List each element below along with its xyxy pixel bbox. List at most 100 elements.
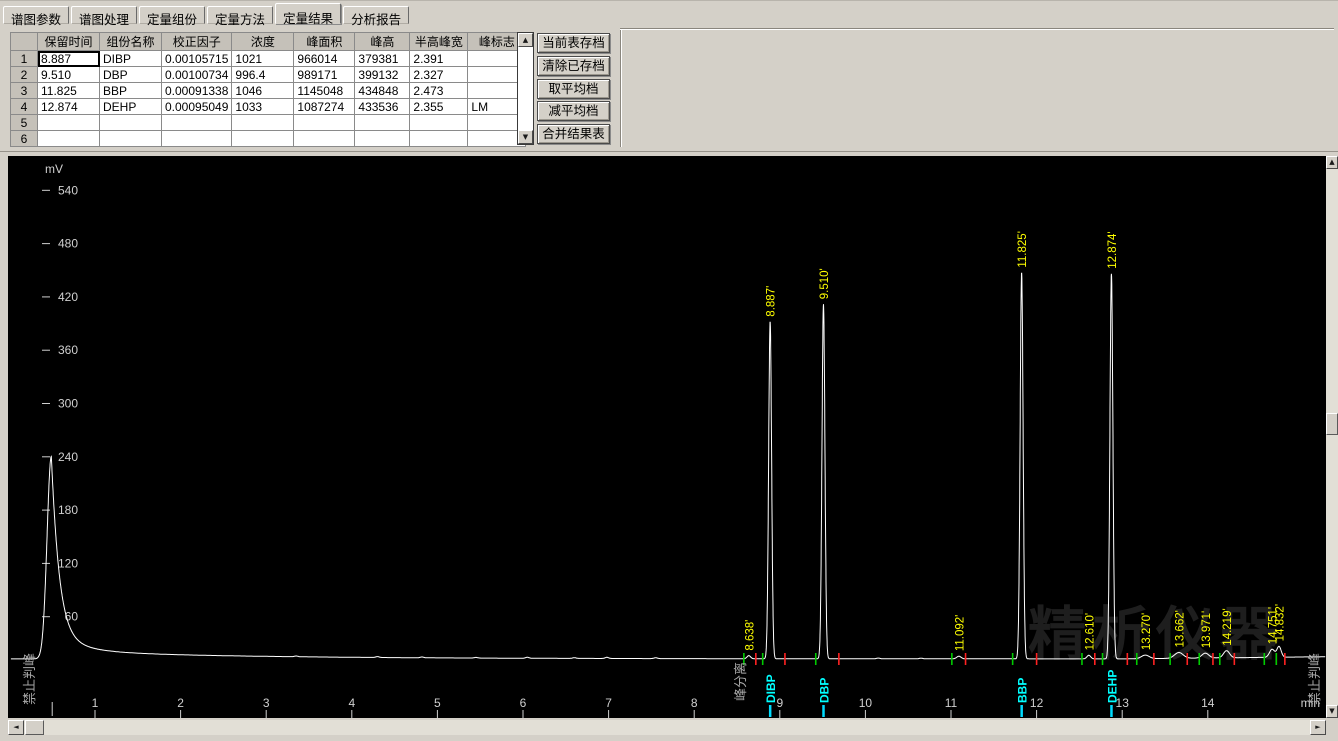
y-axis-tick-label: 240 [58,450,78,464]
table-cell[interactable] [38,131,100,147]
retention-time-label: 12.874' [1107,231,1119,268]
table-cell[interactable] [232,131,294,147]
y-axis-tick-label: 300 [58,397,78,411]
button-clear-archived[interactable]: 清除已存档 [537,56,610,76]
table-cell[interactable] [410,131,468,147]
table-scrollbar[interactable]: ▲ ▼ [517,32,534,145]
x-axis-tick-label: 2 [177,696,184,710]
table-scroll-up-button[interactable]: ▲ [518,33,533,47]
plot-horizontal-scrollbar[interactable]: ◄ ► [8,720,1326,735]
table-cell[interactable]: 379381 [355,51,410,67]
table-cell[interactable] [355,131,410,147]
scrollbar-corner [1326,720,1338,735]
table-cell[interactable]: 1046 [232,83,294,99]
table-cell[interactable] [162,115,232,131]
button-merge-result-table[interactable]: 合并结果表 [537,124,610,144]
button-take-average[interactable]: 取平均档 [537,79,610,99]
table-scroll-down-button[interactable]: ▼ [518,130,533,144]
row-header[interactable]: 4 [11,99,38,115]
chromatogram-plot[interactable]: 精析仪器mV6012018024030036042048054012345678… [8,156,1326,718]
table-cell[interactable]: 989171 [294,67,355,83]
row-header[interactable]: 2 [11,67,38,83]
table-cell[interactable]: 2.473 [410,83,468,99]
table-cell[interactable]: DBP [100,67,162,83]
tab-analysis-report[interactable]: 分析报告 [343,6,409,24]
retention-time-label: 13.662' [1174,610,1186,647]
table-cell[interactable]: 2.391 [410,51,468,67]
table-cell[interactable]: 434848 [355,83,410,99]
table-cell[interactable]: BBP [100,83,162,99]
y-axis-tick-label: 180 [58,503,78,517]
x-axis-tick-label: 11 [945,696,958,710]
table-cell[interactable] [294,131,355,147]
table-row: 311.825BBP0.00091338104611450484348482.4… [11,83,526,99]
table-cell[interactable] [38,115,100,131]
table-cell[interactable]: 12.874 [38,99,100,115]
table-cell[interactable] [100,115,162,131]
table-cell[interactable]: 433536 [355,99,410,115]
table-cell[interactable]: 8.887 [38,51,100,67]
y-axis-tick-label: 420 [58,290,78,304]
plot-scroll-right-button[interactable]: ► [1310,720,1326,735]
table-cell[interactable]: 0.00091338 [162,83,232,99]
table-cell[interactable] [410,115,468,131]
column-header: 校正因子 [162,33,232,51]
button-save-current-table[interactable]: 当前表存档 [537,33,610,53]
y-axis-unit-label: mV [45,162,63,176]
table-cell[interactable]: 399132 [355,67,410,83]
table-cell[interactable]: DIBP [100,51,162,67]
table-cell[interactable]: 1021 [232,51,294,67]
table-cell[interactable]: 11.825 [38,83,100,99]
tab-quant-components[interactable]: 定量组份 [139,6,205,24]
retention-time-label: 14.832' [1275,604,1287,641]
x-axis-tick-label: 4 [348,696,355,710]
table-cell[interactable] [294,115,355,131]
plot-scroll-left-button[interactable]: ◄ [8,720,24,735]
x-axis-tick-label: 7 [605,696,612,710]
column-header: 保留时间 [38,33,100,51]
retention-time-label: 11.092' [954,615,966,652]
table-cell[interactable]: 996.4 [232,67,294,83]
tab-quant-method[interactable]: 定量方法 [207,6,273,24]
row-header[interactable]: 5 [11,115,38,131]
table-cell[interactable]: 0.00100734 [162,67,232,83]
tab-quant-results[interactable]: 定量结果 [275,3,341,24]
plot-vertical-scrollbar[interactable]: ▲ ▼ [1326,156,1338,718]
x-axis-tick-label: 3 [263,696,270,710]
table-cell[interactable]: 2.355 [410,99,468,115]
x-axis-tick-label: 14 [1201,696,1215,710]
table-cell[interactable]: 2.327 [410,67,468,83]
table-cell[interactable] [232,115,294,131]
table-cell[interactable]: 1033 [232,99,294,115]
table-cell[interactable]: 966014 [294,51,355,67]
row-header[interactable]: 3 [11,83,38,99]
table-cell[interactable]: 0.00105715 [162,51,232,67]
column-header: 浓度 [232,33,294,51]
table-cell[interactable] [355,115,410,131]
plot-scroll-down-button[interactable]: ▼ [1326,705,1338,718]
table-cell[interactable]: DEHP [100,99,162,115]
table-cell[interactable]: 1087274 [294,99,355,115]
row-header[interactable]: 6 [11,131,38,147]
y-axis-tick-label: 540 [58,183,78,197]
plot-scroll-up-button[interactable]: ▲ [1326,156,1338,169]
component-name-label: DBP [817,678,831,703]
tab-spectrum-processing[interactable]: 谱图处理 [71,6,137,24]
table-cell[interactable] [162,131,232,147]
table-cell[interactable]: 9.510 [38,67,100,83]
button-subtract-average[interactable]: 减平均档 [537,101,610,121]
table-cell[interactable]: 1145048 [294,83,355,99]
triangle-up-icon: ▲ [523,37,528,44]
row-header[interactable]: 1 [11,51,38,67]
plot-hscroll-thumb[interactable] [25,720,44,735]
component-axis-mark [1110,705,1113,717]
table-cell[interactable]: 0.00095049 [162,99,232,115]
table-row: 6 [11,131,526,147]
table-cell[interactable] [100,131,162,147]
chromatography-workstation-window: { "tabs": { "active_index": 4, "items": … [0,0,1338,740]
retention-time-label: 8.638' [744,620,756,651]
column-header: 峰高 [355,33,410,51]
plot-vscroll-thumb[interactable] [1326,413,1338,435]
component-axis-mark [822,705,825,717]
tab-spectrum-params[interactable]: 谱图参数 [3,6,69,24]
